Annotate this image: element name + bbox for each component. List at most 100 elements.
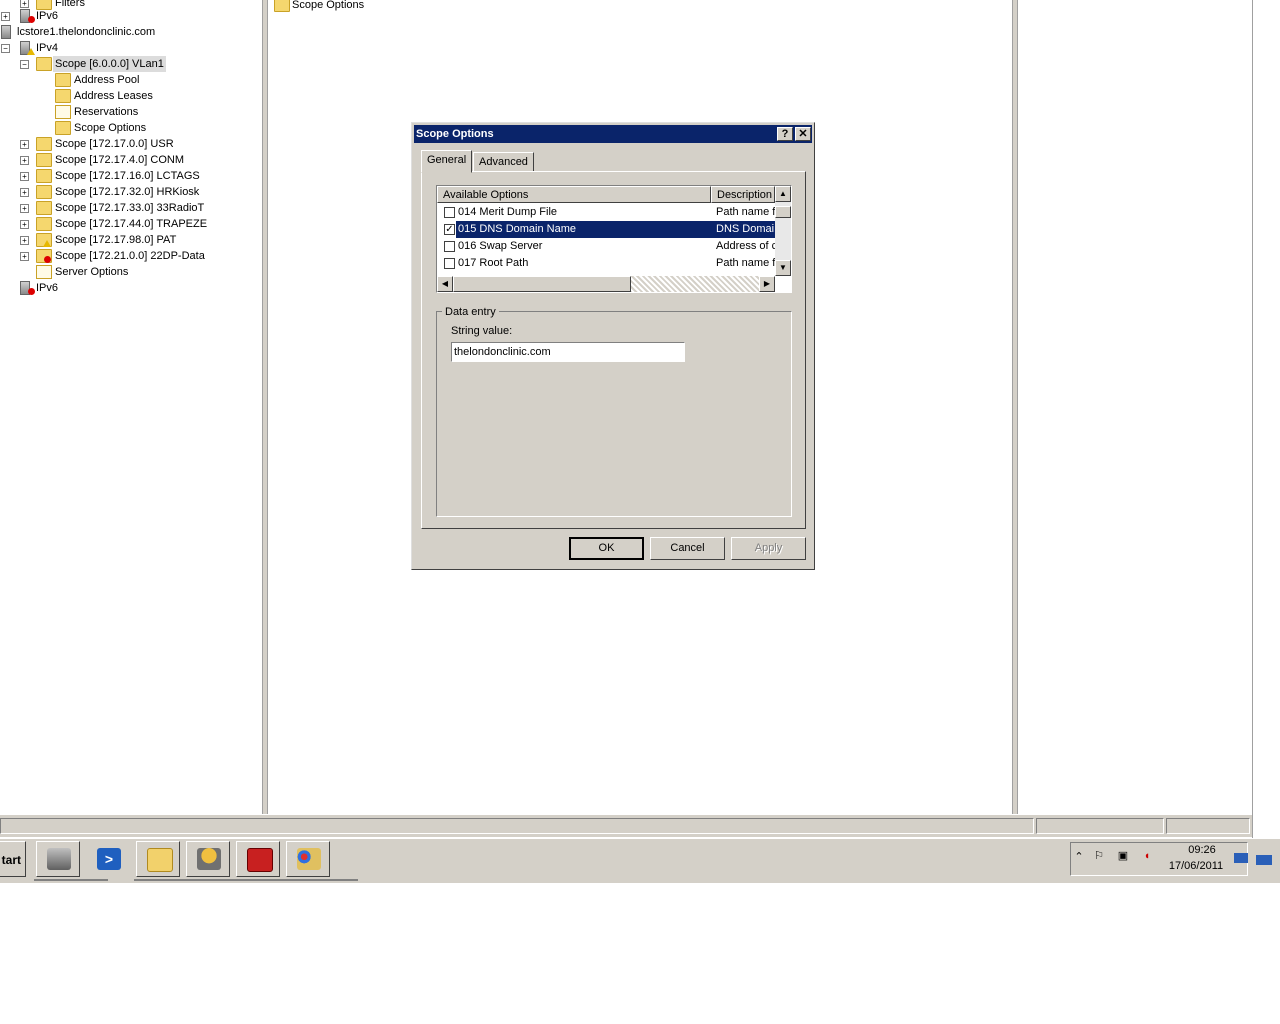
server-icon xyxy=(1,25,11,39)
scope-options-icon xyxy=(55,121,71,135)
list-item[interactable]: 014 Merit Dump File Path name f xyxy=(438,204,775,221)
status-segment xyxy=(0,818,1034,834)
error-icon xyxy=(44,256,51,263)
expand-icon[interactable]: + xyxy=(20,236,29,245)
tree-item-address-leases[interactable]: Address Leases xyxy=(0,88,260,104)
tree-item-scope[interactable]: + Scope [172.21.0.0] 22DP-Data xyxy=(0,248,260,264)
dialog-title: Scope Options xyxy=(416,128,494,140)
warning-icon xyxy=(43,240,51,247)
column-header-description[interactable]: Description xyxy=(711,186,775,203)
expand-icon[interactable]: + xyxy=(20,204,29,213)
scroll-thumb[interactable] xyxy=(453,276,631,292)
paint-icon[interactable] xyxy=(286,841,330,877)
start-button[interactable]: tart xyxy=(0,841,26,877)
clock-time[interactable]: 09:26 xyxy=(1182,844,1222,856)
list-item[interactable]: 016 Swap Server Address of c xyxy=(438,238,776,255)
option-checkbox[interactable] xyxy=(444,241,455,252)
option-checkbox[interactable] xyxy=(444,207,455,218)
expand-icon[interactable]: + xyxy=(20,188,29,197)
horizontal-scrollbar[interactable]: ◀ ▶ xyxy=(437,276,775,292)
server-manager-icon[interactable] xyxy=(36,841,80,877)
collapse-icon[interactable]: − xyxy=(20,60,29,69)
address-pool-icon xyxy=(55,73,71,87)
tree-item-address-pool[interactable]: Address Pool xyxy=(0,72,260,88)
list-item[interactable]: ✓ 015 DNS Domain Name DNS Domai xyxy=(438,221,776,238)
available-options-list[interactable]: Available Options Description 014 Merit … xyxy=(436,185,792,293)
flag-icon[interactable]: ⚐ xyxy=(1092,849,1106,863)
dhcp-icon[interactable] xyxy=(186,841,230,877)
scroll-down-icon[interactable]: ▼ xyxy=(775,260,791,276)
powershell-icon[interactable]: > xyxy=(86,841,130,877)
close-icon[interactable]: ✕ xyxy=(795,127,811,141)
expand-icon[interactable]: + xyxy=(20,0,29,8)
server-icon xyxy=(20,41,35,55)
tree-item-scope-vlan1[interactable]: − Scope [6.0.0.0] VLan1 xyxy=(0,56,260,72)
network-icon[interactable]: ▣ xyxy=(1116,849,1130,863)
tree-item-ipv6-top[interactable]: + IPv6 xyxy=(0,8,260,24)
tree-item-scope[interactable]: + Scope [172.17.0.0] USR xyxy=(0,136,260,152)
expand-icon[interactable]: + xyxy=(20,252,29,261)
tree-item-scope[interactable]: + Scope [172.17.33.0] 33RadioT xyxy=(0,200,260,216)
string-value-input[interactable] xyxy=(451,342,685,362)
column-header-available-options[interactable]: Available Options xyxy=(437,186,711,203)
folder-icon xyxy=(36,153,52,167)
tree-item-scope[interactable]: + Scope [172.17.44.0] TRAPEZE xyxy=(0,216,260,232)
status-bar xyxy=(0,814,1252,837)
tab-general[interactable]: General xyxy=(421,150,473,173)
tree-item-server[interactable]: lcstore1.thelondonclinic.com xyxy=(0,24,260,40)
status-segment xyxy=(1166,818,1250,834)
volume-muted-icon[interactable]: ◖ xyxy=(1140,849,1154,863)
expand-icon[interactable]: + xyxy=(20,156,29,165)
expand-icon[interactable]: + xyxy=(20,140,29,149)
expand-icon[interactable]: + xyxy=(1,12,10,21)
tree-item-server-options[interactable]: Server Options xyxy=(0,264,260,280)
list-item[interactable]: 017 Root Path Path name f xyxy=(438,255,775,272)
expand-icon[interactable]: + xyxy=(20,172,29,181)
scroll-up-icon[interactable]: ▲ xyxy=(775,186,791,202)
folder-icon xyxy=(36,137,52,151)
tree-item-reservations[interactable]: Reservations xyxy=(0,104,260,120)
server-icon xyxy=(20,9,35,23)
server-options-icon xyxy=(36,265,52,279)
option-checkbox[interactable] xyxy=(444,258,455,269)
tab-advanced[interactable]: Advanced xyxy=(473,152,534,172)
scroll-left-icon[interactable]: ◀ xyxy=(437,276,453,292)
ok-button[interactable]: OK xyxy=(569,537,644,560)
toolbox-icon[interactable] xyxy=(236,841,280,877)
dialog-titlebar[interactable]: Scope Options ? ✕ xyxy=(414,125,812,143)
expand-icon[interactable]: + xyxy=(20,220,29,229)
result-item-scope-options[interactable]: Scope Options xyxy=(272,0,472,13)
scope-options-dialog: Scope Options ? ✕ General Advanced Avail… xyxy=(411,122,815,570)
cancel-button[interactable]: Cancel xyxy=(650,537,725,560)
tree-item-scope[interactable]: + Scope [172.17.98.0] PAT xyxy=(0,232,260,248)
monitor-icon[interactable] xyxy=(1256,855,1272,865)
collapse-icon[interactable]: − xyxy=(1,44,10,53)
data-entry-label: Data entry xyxy=(442,306,499,318)
help-icon[interactable]: ? xyxy=(777,127,793,141)
task-indicator xyxy=(134,879,358,881)
scroll-right-icon[interactable]: ▶ xyxy=(759,276,775,292)
actions-pane xyxy=(1018,0,1252,814)
show-desktop-icon[interactable] xyxy=(1234,853,1248,863)
tree-item-scope[interactable]: + Scope [172.17.4.0] CONM xyxy=(0,152,260,168)
task-indicator xyxy=(34,879,108,881)
apply-button[interactable]: Apply xyxy=(731,537,806,560)
tree-item-scope-options[interactable]: Scope Options xyxy=(0,120,260,136)
tree-item-ipv4[interactable]: − IPv4 xyxy=(0,40,260,56)
explorer-icon[interactable] xyxy=(136,841,180,877)
option-checkbox[interactable]: ✓ xyxy=(444,224,455,235)
console-tree[interactable]: + Filters + IPv6 lcstore1.thelondonclini… xyxy=(0,0,262,814)
string-value-label: String value: xyxy=(451,325,513,337)
chevron-up-icon[interactable]: ⌃ xyxy=(1072,850,1086,864)
vertical-scrollbar[interactable]: ▲ ▼ xyxy=(775,186,791,276)
tree-item-scope[interactable]: + Scope [172.17.32.0] HRKiosk xyxy=(0,184,260,200)
folder-icon xyxy=(36,217,52,231)
clock-date[interactable]: 17/06/2011 xyxy=(1166,860,1226,872)
folder-icon xyxy=(36,249,52,263)
window-edge xyxy=(1252,0,1280,838)
scope-options-icon xyxy=(274,0,290,12)
scroll-thumb[interactable] xyxy=(775,206,791,218)
taskbar: tart > ⌃ ⚐ ▣ ◖ 09:26 17/06/2011 xyxy=(0,838,1280,883)
tree-item-scope[interactable]: + Scope [172.17.16.0] LCTAGS xyxy=(0,168,260,184)
tree-item-ipv6-bottom[interactable]: IPv6 xyxy=(0,280,260,296)
